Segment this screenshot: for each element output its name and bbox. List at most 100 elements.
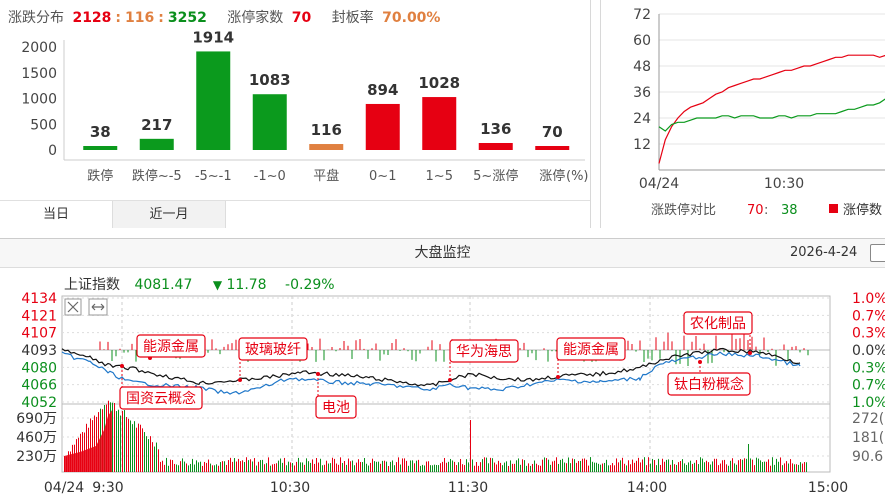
- ratio-x-tick: 10:30: [764, 176, 804, 192]
- volume-bar: [324, 464, 325, 472]
- ratio-legend-label: 涨跌停对比: [651, 202, 716, 218]
- tab-month[interactable]: 近一月: [113, 201, 226, 228]
- volume-bar: [524, 460, 525, 472]
- volume-bar: [486, 457, 487, 472]
- close-icon[interactable]: [64, 298, 82, 316]
- volume-bar: [178, 465, 179, 472]
- volume-bar: [530, 465, 531, 472]
- volume-bar: [218, 465, 219, 472]
- distribution-bars: 38 跌停 217 跌停~-5 1914 -5~-1 1083 -1~0 116 平盘 894 0~1…: [83, 28, 570, 184]
- volume-bar: [364, 458, 365, 472]
- volume-bar: [760, 460, 761, 472]
- index-x-tick: 10:30: [270, 480, 310, 496]
- ratio-series-line: [658, 98, 885, 132]
- volume-bar: [452, 460, 453, 472]
- distribution-category: -5~-1: [195, 169, 232, 184]
- volume-bar: [632, 459, 633, 472]
- distribution-y-tick: 0: [48, 143, 57, 159]
- volume-bar: [430, 465, 431, 472]
- tab-today[interactable]: 当日: [0, 201, 113, 228]
- index-x-tick: 04/24: [44, 480, 84, 496]
- volume-bar: [722, 460, 723, 472]
- volume-bar: [738, 460, 739, 472]
- volume-bar: [266, 463, 267, 472]
- volume-bar: [372, 458, 373, 472]
- volume-bar: [148, 439, 149, 472]
- index-x-tick: 14:00: [627, 480, 667, 496]
- volume-bar: [350, 461, 351, 472]
- distribution-bar-label: 1914: [192, 28, 234, 46]
- volume-bar: [412, 460, 413, 472]
- volume-bar: [606, 459, 607, 472]
- volume-bar: [624, 463, 625, 472]
- expand-icon[interactable]: [88, 298, 108, 316]
- volume-bar: [490, 457, 491, 472]
- volume-bar: [506, 461, 507, 472]
- volume-bar: [668, 459, 669, 472]
- volume-bar: [264, 464, 265, 472]
- volume-bar: [656, 465, 657, 472]
- volume-bar: [124, 410, 125, 472]
- index-y-tick-left: 4080: [21, 360, 57, 376]
- annotation-dot: [316, 372, 320, 376]
- volume-bar: [588, 465, 589, 472]
- index-y-tick-right: 0.0%: [852, 343, 885, 359]
- volume-bar: [568, 457, 569, 472]
- distribution-category: 跌停: [87, 168, 113, 184]
- volume-bar: [240, 461, 241, 472]
- volume-bar: [454, 461, 455, 472]
- volume-bar: [424, 465, 425, 472]
- volume-bar: [538, 465, 539, 472]
- volume-bar: [564, 462, 565, 472]
- ratio-y-tick: 60: [633, 33, 651, 49]
- volume-bar: [636, 460, 637, 472]
- volume-bar: [376, 461, 377, 472]
- volume-bar: [714, 458, 715, 472]
- volume-bar: [146, 436, 147, 472]
- volume-bar: [278, 460, 279, 472]
- volume-bar: [212, 465, 213, 472]
- volume-bar: [792, 463, 793, 472]
- volume-bar: [628, 460, 629, 472]
- volume-bar: [252, 461, 253, 472]
- limit-ratio-chart: 72 60 48 36 24 12 04/24 10:30 涨跌停对比 70 : 38 涨停…: [633, 7, 885, 218]
- volume-bar: [648, 457, 649, 472]
- volume-bar: [288, 461, 289, 472]
- ratio-y-tick: 36: [633, 85, 651, 101]
- volume-bar: [220, 462, 221, 472]
- volume-bar: [666, 459, 667, 472]
- volume-bar: [584, 458, 585, 472]
- distribution-category: -1~0: [254, 169, 286, 184]
- volume-bar: [348, 458, 349, 472]
- volume-bar: [112, 402, 113, 472]
- volume-bar: [756, 457, 757, 472]
- volume-bar: [410, 460, 411, 472]
- volume-bar: [736, 464, 737, 472]
- volume-bar: [680, 461, 681, 472]
- volume-bar: [480, 462, 481, 472]
- calendar-icon[interactable]: [870, 244, 885, 262]
- volume-bar: [164, 464, 165, 472]
- distribution-bar-label: 116: [311, 121, 342, 139]
- volume-bar: [272, 464, 273, 472]
- volume-bar: [156, 442, 157, 472]
- volume-bar: [466, 459, 467, 472]
- annotation-dot: [120, 364, 124, 368]
- volume-bar: [276, 463, 277, 472]
- volume-bar: [334, 458, 335, 472]
- volume-bar: [368, 465, 369, 472]
- volume-bar: [780, 457, 781, 472]
- volume-bar: [534, 460, 535, 472]
- volume-bar: [472, 459, 473, 472]
- ratio-y-tick: 48: [633, 59, 651, 75]
- index-y-tick-left: 4052: [21, 395, 57, 411]
- distribution-category: 5~涨停: [473, 168, 518, 184]
- volume-bar: [254, 458, 255, 472]
- volume-bars: [64, 400, 807, 472]
- volume-bar: [518, 458, 519, 472]
- volume-bar: [380, 463, 381, 472]
- volume-bar: [158, 449, 159, 472]
- volume-bar: [528, 463, 529, 472]
- volume-bar: [496, 464, 497, 472]
- volume-bar: [612, 463, 613, 472]
